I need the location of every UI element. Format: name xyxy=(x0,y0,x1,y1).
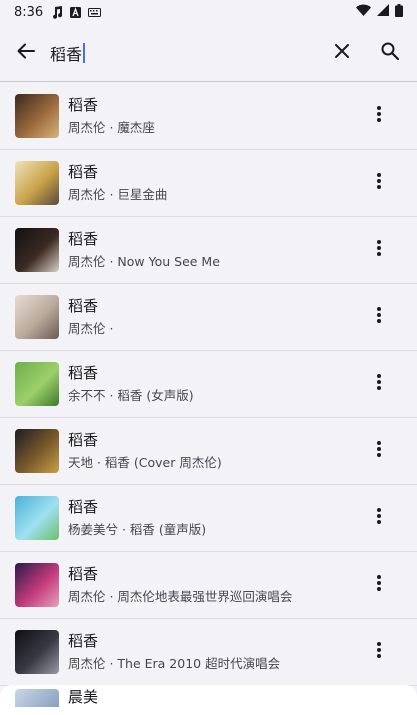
more-vert-icon xyxy=(377,106,381,126)
keyboard-icon xyxy=(88,7,102,17)
clear-button[interactable] xyxy=(318,29,366,77)
song-title: 稻香 xyxy=(68,96,99,114)
more-options-button[interactable] xyxy=(359,96,399,136)
list-item-partial[interactable]: 晨美 xyxy=(0,685,417,715)
list-item[interactable]: 稻香杨姜美兮 · 稻香 (童声版) xyxy=(0,485,417,552)
list-item[interactable]: 稻香天地 · 稻香 (Cover 周杰伦) xyxy=(0,418,417,485)
album-art xyxy=(15,94,59,138)
song-info: 稻香杨姜美兮 · 稻香 (童声版) xyxy=(68,497,359,539)
list-item[interactable]: 稻香周杰伦 · 周杰伦地表最强世界巡回演唱会 xyxy=(0,552,417,619)
signal-icon xyxy=(377,4,389,20)
song-info: 稻香周杰伦 · The Era 2010 超时代演唱会 xyxy=(68,631,359,673)
song-info: 稻香周杰伦 · Now You See Me xyxy=(68,229,359,271)
song-title: 稻香 xyxy=(68,431,99,449)
search-query: 稻香 xyxy=(50,44,83,64)
album-art xyxy=(15,496,59,540)
wifi-icon xyxy=(356,4,371,20)
song-subtitle: 杨姜美兮 · 稻香 (童声版) xyxy=(68,522,207,537)
music-note-icon xyxy=(51,5,63,19)
album-art xyxy=(15,228,59,272)
album-art xyxy=(15,429,59,473)
album-art xyxy=(15,689,59,707)
song-title: 稻香 xyxy=(68,230,99,248)
more-options-button[interactable] xyxy=(359,632,399,672)
search-results-list: 稻香 周杰伦 · 魔杰座 稻香 周杰伦 · 巨星金曲 稻香 周杰伦 · Now You S… xyxy=(0,83,417,686)
list-item[interactable]: 稻香余不不 · 稻香 (女声版) xyxy=(0,351,417,418)
text-caret xyxy=(83,42,85,63)
more-vert-icon xyxy=(377,374,381,394)
list-item[interactable]: 稻香周杰伦 · Now You See Me xyxy=(0,217,417,284)
more-options-button[interactable] xyxy=(359,565,399,605)
list-item[interactable]: 稻香周杰伦 · 巨星金曲 xyxy=(0,150,417,217)
song-subtitle: 余不不 · 稻香 (女声版) xyxy=(68,388,194,403)
more-options-button[interactable] xyxy=(359,431,399,471)
song-info: 稻香周杰伦 · 巨星金曲 xyxy=(68,162,359,204)
more-vert-icon xyxy=(377,173,381,193)
song-subtitle: 天地 · 稻香 (Cover 周杰伦) xyxy=(68,455,222,470)
song-subtitle: 周杰伦 · Now You See Me xyxy=(68,254,220,269)
close-icon xyxy=(335,43,349,62)
battery-icon xyxy=(395,3,403,21)
back-button[interactable] xyxy=(2,29,50,77)
list-item[interactable]: 稻香周杰伦 · xyxy=(0,284,417,351)
song-subtitle: 周杰伦 · xyxy=(68,321,114,336)
status-bar: 8:36 xyxy=(0,0,417,24)
more-options-button[interactable] xyxy=(359,364,399,404)
album-art xyxy=(15,630,59,674)
song-title: 稻香 xyxy=(68,364,99,382)
list-item[interactable]: 稻香周杰伦 · 魔杰座 xyxy=(0,83,417,150)
album-art xyxy=(15,295,59,339)
list-item[interactable]: 稻香周杰伦 · The Era 2010 超时代演唱会 xyxy=(0,619,417,686)
more-vert-icon xyxy=(377,240,381,260)
search-bar: 稻香 xyxy=(0,24,417,82)
song-title: 稻香 xyxy=(68,498,99,516)
more-options-button[interactable] xyxy=(359,230,399,270)
song-info: 稻香周杰伦 · xyxy=(68,296,359,338)
more-vert-icon xyxy=(377,642,381,662)
song-title: 稻香 xyxy=(68,565,99,583)
more-vert-icon xyxy=(377,307,381,327)
more-vert-icon xyxy=(377,575,381,595)
search-button[interactable] xyxy=(366,29,414,77)
song-info: 稻香余不不 · 稻香 (女声版) xyxy=(68,363,359,405)
more-vert-icon xyxy=(377,508,381,528)
text-a-icon xyxy=(70,6,82,18)
search-icon xyxy=(381,42,400,64)
song-info: 稻香天地 · 稻香 (Cover 周杰伦) xyxy=(68,430,359,472)
song-info: 稻香周杰伦 · 周杰伦地表最强世界巡回演唱会 xyxy=(68,564,359,606)
more-options-button[interactable] xyxy=(359,297,399,337)
song-title: 稻香 xyxy=(68,632,99,650)
song-subtitle: 周杰伦 · 周杰伦地表最强世界巡回演唱会 xyxy=(68,589,293,604)
song-subtitle: 周杰伦 · 巨星金曲 xyxy=(68,187,168,202)
album-art xyxy=(15,362,59,406)
arrow-left-icon xyxy=(17,42,35,64)
song-title: 稻香 xyxy=(68,163,99,181)
more-options-button[interactable] xyxy=(359,498,399,538)
song-subtitle: 周杰伦 · The Era 2010 超时代演唱会 xyxy=(68,656,281,671)
album-art xyxy=(15,161,59,205)
song-info: 稻香周杰伦 · 魔杰座 xyxy=(68,95,359,137)
more-vert-icon xyxy=(377,441,381,461)
status-time: 8:36 xyxy=(14,4,44,20)
song-title: 晨美 xyxy=(68,688,99,706)
song-title: 稻香 xyxy=(68,297,99,315)
search-input[interactable]: 稻香 xyxy=(50,33,318,73)
song-subtitle: 周杰伦 · 魔杰座 xyxy=(68,120,155,135)
album-art xyxy=(15,563,59,607)
more-options-button[interactable] xyxy=(359,163,399,203)
